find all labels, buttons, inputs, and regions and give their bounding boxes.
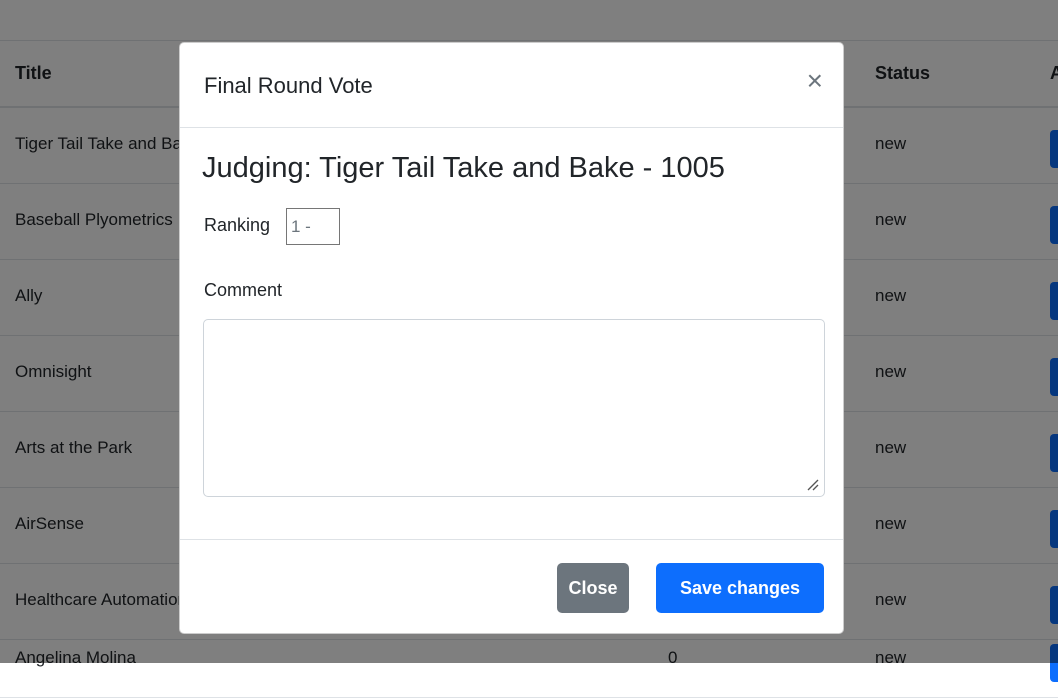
close-icon[interactable]: ×: [807, 67, 823, 95]
vote-modal: Final Round Vote × Judging: Tiger Tail T…: [179, 42, 844, 634]
ranking-input[interactable]: [286, 208, 340, 245]
comment-label: Comment: [204, 280, 283, 300]
resize-handle-icon[interactable]: [805, 477, 819, 491]
save-changes-button[interactable]: Save changes: [656, 563, 824, 613]
modal-header: Final Round Vote ×: [180, 43, 843, 128]
close-button[interactable]: Close: [557, 563, 629, 613]
comment-textarea[interactable]: [203, 319, 825, 497]
modal-footer-divider: [180, 539, 843, 540]
modal-title: Final Round Vote: [204, 73, 373, 98]
ranking-label: Ranking: [204, 215, 271, 235]
judging-heading: Judging: Tiger Tail Take and Bake - 1005: [202, 152, 725, 184]
